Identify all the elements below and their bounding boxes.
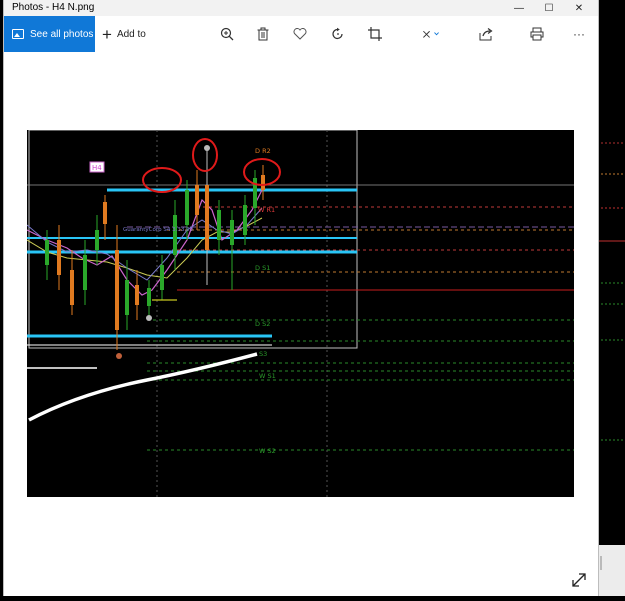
see-all-photos-button[interactable]: See all photos [4,16,95,52]
share-icon[interactable] [477,25,495,43]
add-to-label: Add to [116,28,146,40]
delete-icon[interactable] [254,25,272,43]
see-all-photos-label: See all photos [30,28,94,40]
toolbar: See all photos + Add to ··· [4,16,598,52]
close-button[interactable]: ✕ [564,0,594,16]
window-title: Photos - H4 N.png [12,2,95,13]
indicator-text: GuarantyCorp S4 3.33.00 [123,227,194,233]
background-right-strip [597,0,625,596]
print-icon[interactable] [528,25,546,43]
rotate-icon[interactable] [329,25,347,43]
more-icon[interactable]: ··· [570,25,588,43]
favorite-icon[interactable] [291,25,309,43]
level-label-d-s1: D S1 [255,264,270,272]
photos-icon [12,29,24,39]
photos-app-window: Photos - H4 N.png — ☐ ✕ See all photos +… [3,0,599,596]
level-label-d-s2: D S2 [255,320,270,328]
minimize-button[interactable]: — [504,0,534,16]
maximize-button[interactable]: ☐ [534,0,564,16]
level-label-w-s1: W S1 [259,372,276,380]
title-bar: Photos - H4 N.png — ☐ ✕ [4,0,598,16]
zoom-in-icon[interactable] [218,25,236,43]
trading-chart-image: H4 D R2 W R1 D S1 D S2 S3 W S1 W S2 Guar… [26,129,574,497]
crop-icon[interactable] [366,25,384,43]
level-label-w-s2: W S2 [259,447,276,455]
photo-canvas[interactable]: H4 D R2 W R1 D S1 D S2 S3 W S1 W S2 Guar… [26,129,574,497]
level-label-d-r2: D R2 [255,147,271,155]
level-label-w-r1: W R1 [258,206,275,214]
plus-icon: + [102,24,112,44]
fullscreen-expand-icon[interactable] [571,572,587,588]
add-to-button[interactable]: + Add to [102,16,146,52]
edit-icon[interactable] [422,25,440,43]
timeframe-tag: H4 [92,164,102,172]
level-label-s3: S3 [259,350,267,358]
